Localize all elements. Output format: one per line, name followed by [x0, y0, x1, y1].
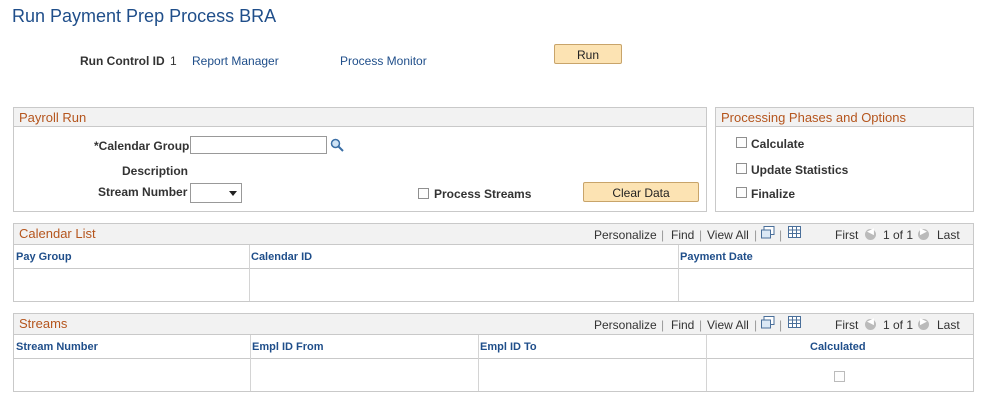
clear-data-button[interactable]: Clear Data	[583, 182, 699, 202]
column-divider	[478, 335, 479, 391]
streams-header: Streams Personalize | Find | View All | …	[14, 314, 973, 335]
separator: |	[754, 228, 758, 242]
chevron-down-icon	[229, 191, 237, 196]
payroll-run-title: Payroll Run	[14, 108, 706, 127]
column-header[interactable]: Empl ID From	[252, 341, 324, 353]
run-control-value: 1	[170, 54, 177, 68]
page-range: 1 of 1	[883, 228, 914, 242]
streams-column-headers: Stream Number Empl ID From Empl ID To Ca…	[14, 335, 973, 359]
calendar-list-header: Calendar List Personalize | Find | View …	[14, 224, 973, 245]
stream-number-label: Stream Number	[98, 185, 188, 199]
calendar-list-title: Calendar List	[19, 226, 96, 241]
process-streams-checkbox[interactable]	[418, 188, 429, 199]
calculated-checkbox	[834, 371, 845, 382]
find-link[interactable]: Find	[671, 318, 694, 332]
process-monitor-link[interactable]: Process Monitor	[340, 54, 427, 68]
separator: |	[661, 228, 665, 242]
separator: |	[661, 318, 665, 332]
separator: |	[779, 228, 783, 242]
streams-grid: Streams Personalize | Find | View All | …	[13, 313, 974, 392]
find-link[interactable]: Find	[671, 228, 694, 242]
view-all-link[interactable]: View All	[707, 318, 749, 332]
separator: |	[699, 228, 703, 242]
process-streams-label: Process Streams	[434, 187, 532, 201]
calendar-list-column-headers: Pay Group Calendar ID Payment Date	[14, 245, 973, 269]
column-header[interactable]: Empl ID To	[480, 341, 537, 353]
calculate-label: Calculate	[751, 137, 805, 151]
next-arrow-icon[interactable]: ▶	[918, 316, 929, 330]
download-grid-icon[interactable]	[788, 226, 801, 238]
finalize-checkbox[interactable]	[736, 187, 747, 198]
separator: |	[779, 318, 783, 332]
personalize-link[interactable]: Personalize	[594, 318, 657, 332]
last-label: Last	[937, 318, 960, 332]
stream-number-select[interactable]	[190, 183, 242, 203]
column-header[interactable]: Payment Date	[680, 251, 753, 263]
calendar-list-grid: Calendar List Personalize | Find | View …	[13, 223, 974, 302]
zoom-grid-icon[interactable]	[761, 316, 775, 329]
calculate-checkbox[interactable]	[736, 137, 747, 148]
separator: |	[754, 318, 758, 332]
run-button[interactable]: Run	[554, 44, 622, 64]
column-divider	[249, 245, 250, 301]
streams-title: Streams	[19, 316, 68, 331]
last-label: Last	[937, 228, 960, 242]
view-all-link[interactable]: View All	[707, 228, 749, 242]
description-label: Description	[122, 164, 189, 178]
first-label: First	[835, 318, 859, 332]
column-header[interactable]: Calendar ID	[251, 251, 312, 263]
page-range: 1 of 1	[883, 318, 914, 332]
finalize-label: Finalize	[751, 187, 796, 201]
column-divider	[250, 335, 251, 391]
calendar-group-label: *Calendar Group	[94, 139, 190, 153]
download-grid-icon[interactable]	[788, 316, 801, 328]
column-divider	[706, 335, 707, 391]
column-header[interactable]: Pay Group	[16, 251, 72, 263]
calendar-group-input[interactable]	[190, 136, 327, 154]
zoom-grid-icon[interactable]	[761, 226, 775, 239]
column-header[interactable]: Stream Number	[16, 341, 98, 353]
column-header[interactable]: Calculated	[810, 341, 866, 353]
magnifier-icon[interactable]	[330, 138, 344, 152]
personalize-link[interactable]: Personalize	[594, 228, 657, 242]
column-divider	[678, 245, 679, 301]
prev-arrow-icon[interactable]: ◀	[865, 226, 876, 240]
update-statistics-label: Update Statistics	[751, 163, 849, 177]
first-label: First	[835, 228, 859, 242]
separator: |	[699, 318, 703, 332]
page-title: Run Payment Prep Process BRA	[12, 6, 277, 26]
update-statistics-checkbox[interactable]	[736, 163, 747, 174]
report-manager-link[interactable]: Report Manager	[192, 54, 279, 68]
prev-arrow-icon[interactable]: ◀	[865, 316, 876, 330]
processing-phases-title: Processing Phases and Options	[716, 108, 973, 127]
next-arrow-icon[interactable]: ▶	[918, 226, 929, 240]
run-control-label: Run Control ID	[80, 54, 165, 68]
